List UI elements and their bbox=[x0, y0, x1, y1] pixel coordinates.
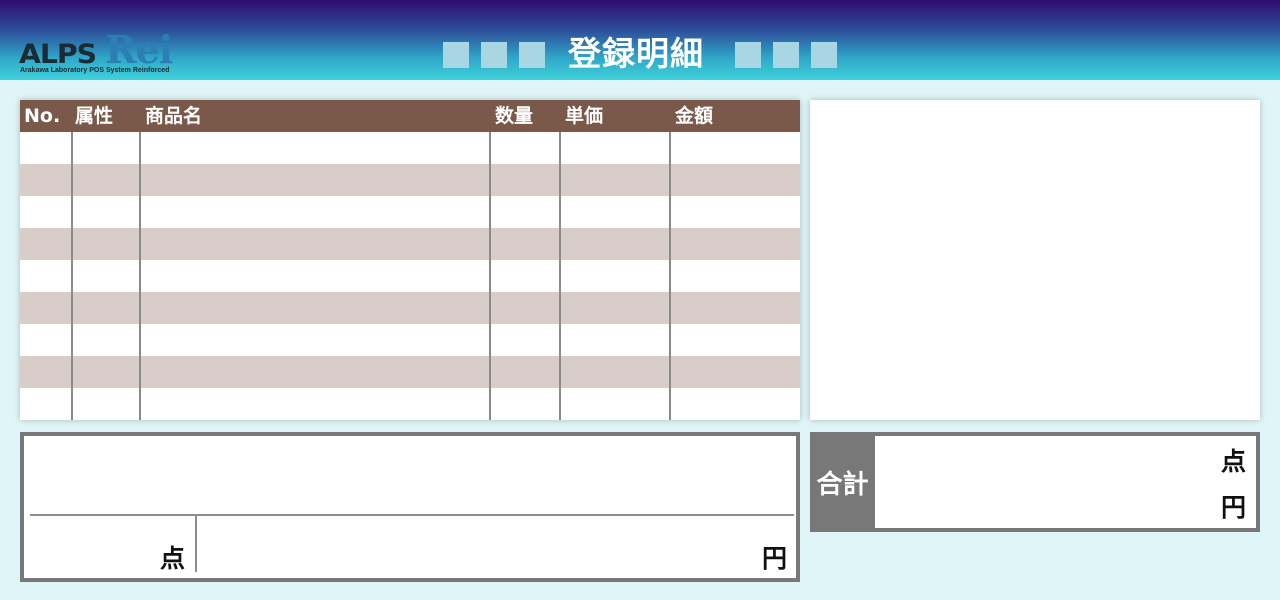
title-decoration-square bbox=[773, 42, 799, 68]
table-row bbox=[20, 356, 800, 388]
table-row bbox=[20, 164, 800, 196]
column-header-no: No. bbox=[24, 105, 61, 127]
table-row bbox=[20, 260, 800, 292]
column-divider bbox=[71, 132, 73, 420]
title-decoration-square bbox=[735, 42, 761, 68]
total-box: 合計 点 円 bbox=[810, 432, 1260, 532]
table-header: No. 属性 商品名 数量 単価 金額 bbox=[20, 100, 800, 132]
app-header: ALPS Rei Arakawa Laboratory POS System R… bbox=[0, 0, 1280, 80]
column-divider bbox=[139, 132, 141, 420]
subtotal-divider bbox=[30, 514, 794, 516]
registration-detail-table: No. 属性 商品名 数量 単価 金額 bbox=[20, 100, 800, 420]
total-amount-unit: 円 bbox=[1221, 493, 1247, 522]
logo-subtitle: Arakawa Laboratory POS System Reinforced bbox=[20, 67, 170, 74]
table-row bbox=[20, 196, 800, 228]
column-divider bbox=[559, 132, 561, 420]
title-decoration-square bbox=[443, 42, 469, 68]
subtotal-divider bbox=[195, 516, 197, 572]
table-row bbox=[20, 132, 800, 164]
alps-rei-logo: ALPS Rei Arakawa Laboratory POS System R… bbox=[19, 27, 189, 78]
title-decoration-square bbox=[519, 42, 545, 68]
column-header-attribute: 属性 bbox=[75, 105, 114, 127]
total-count-unit: 点 bbox=[1221, 447, 1247, 476]
column-divider bbox=[489, 132, 491, 420]
table-row bbox=[20, 388, 800, 420]
column-header-product-name: 商品名 bbox=[145, 105, 203, 127]
column-divider bbox=[669, 132, 671, 420]
table-row bbox=[20, 324, 800, 356]
column-header-quantity: 数量 bbox=[495, 105, 534, 127]
subtotal-amount-unit: 円 bbox=[762, 544, 788, 573]
page-title: 登録明細 bbox=[568, 34, 704, 73]
table-row bbox=[20, 228, 800, 260]
subtotal-count-unit: 点 bbox=[160, 544, 186, 573]
total-label: 合計 bbox=[816, 469, 869, 500]
title-decoration-square bbox=[811, 42, 837, 68]
logo-alps-text: ALPS bbox=[19, 39, 97, 70]
title-decoration-square bbox=[481, 42, 507, 68]
column-header-unit-price: 単価 bbox=[565, 105, 604, 127]
column-header-amount: 金額 bbox=[675, 105, 714, 127]
total-value-area: 点 円 bbox=[875, 436, 1256, 528]
product-image-panel bbox=[810, 100, 1260, 420]
subtotal-box: 点 円 bbox=[20, 432, 800, 582]
table-row bbox=[20, 292, 800, 324]
logo-rei-text: Rei bbox=[105, 27, 173, 72]
